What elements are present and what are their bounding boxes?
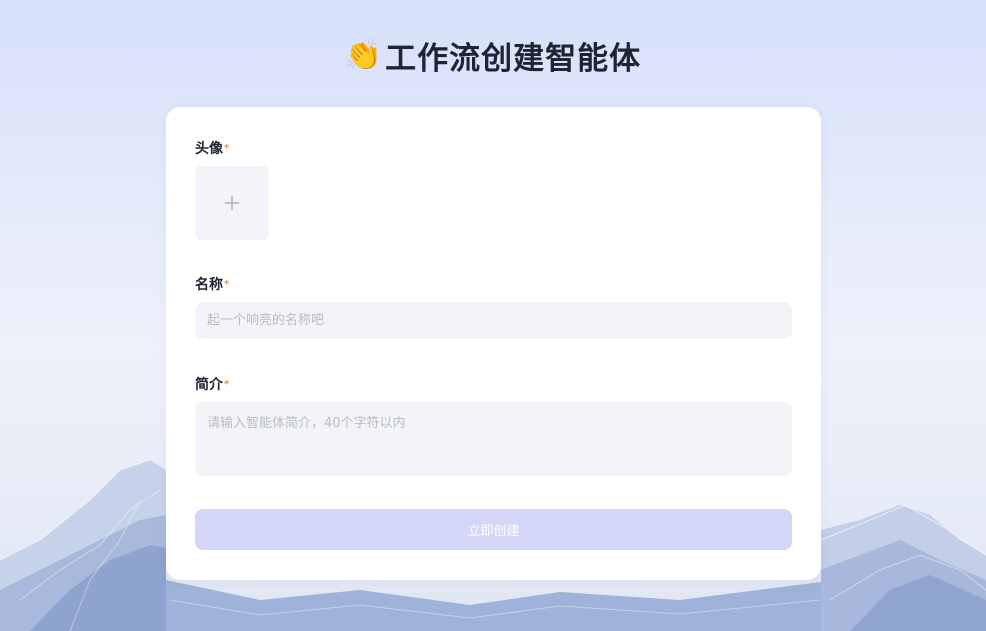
name-label-text: 名称 — [195, 277, 223, 293]
page-background: 👏 工作流创建智能体 头像 * 名称 * 简介 * 立即创建 — [0, 0, 986, 631]
plus-icon — [225, 196, 239, 210]
description-label: 简介 * — [195, 374, 229, 394]
create-now-button[interactable]: 立即创建 — [195, 509, 792, 550]
page-title-text: 工作流创建智能体 — [385, 41, 642, 77]
avatar-upload-button[interactable] — [195, 166, 269, 240]
name-input[interactable] — [195, 302, 792, 339]
required-star-icon: * — [224, 278, 230, 290]
avatar-label-text: 头像 — [195, 141, 223, 157]
page-title: 👏 工作流创建智能体 — [0, 33, 986, 78]
create-agent-form-card: 头像 * 名称 * 简介 * 立即创建 — [166, 107, 821, 580]
avatar-label: 头像 * — [195, 138, 229, 158]
required-star-icon: * — [224, 378, 230, 390]
required-star-icon: * — [224, 142, 230, 154]
clapping-hands-icon: 👏 — [344, 37, 384, 73]
description-textarea[interactable] — [195, 402, 792, 476]
name-label: 名称 * — [195, 274, 229, 294]
description-label-text: 简介 — [195, 377, 223, 393]
